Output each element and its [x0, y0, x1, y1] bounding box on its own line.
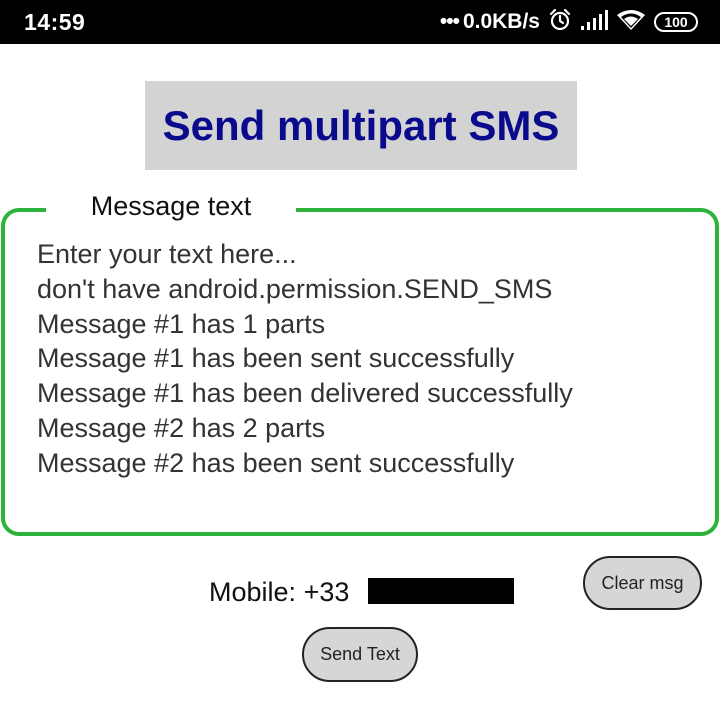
message-text-area[interactable]: Enter your text here... don't have andro…	[37, 237, 707, 481]
status-bar: 14:59 ••• 0.0KB/s 100	[0, 0, 720, 44]
message-line: Message #2 has 2 parts	[37, 412, 326, 443]
alarm-icon	[548, 8, 572, 37]
network-speed: 0.0KB/s	[462, 10, 540, 33]
message-line: Message #1 has 1 parts	[37, 308, 326, 339]
message-line: Message #1 has been sent successfully	[37, 343, 515, 374]
send-text-button[interactable]: Send Text	[302, 627, 418, 682]
message-line: Enter your text here...	[37, 239, 297, 269]
page-title: Send multipart SMS	[162, 101, 560, 149]
status-time: 14:59	[24, 9, 86, 35]
mobile-number: +33	[303, 576, 350, 607]
more-notifications-dots: •••	[439, 10, 460, 33]
clear-msg-button[interactable]: Clear msg	[583, 556, 702, 610]
status-icons: ••• 0.0KB/s 100	[440, 8, 698, 36]
mobile-label: Mobile:	[209, 576, 297, 607]
message-line: Message #1 has been delivered successful…	[37, 378, 573, 409]
mobile-field[interactable]: Mobile: +33	[209, 574, 349, 610]
message-legend: Message text	[46, 188, 296, 224]
signal-icon	[580, 9, 608, 36]
battery-level: 100	[664, 14, 688, 30]
message-line: don't have android.permission.SEND_SMS	[37, 273, 553, 304]
wifi-icon	[616, 8, 646, 37]
battery-icon: 100	[654, 12, 698, 32]
redaction-bar	[368, 578, 514, 604]
message-line: Message #2 has been sent successfully	[37, 447, 515, 478]
title-banner: Send multipart SMS	[145, 81, 577, 170]
